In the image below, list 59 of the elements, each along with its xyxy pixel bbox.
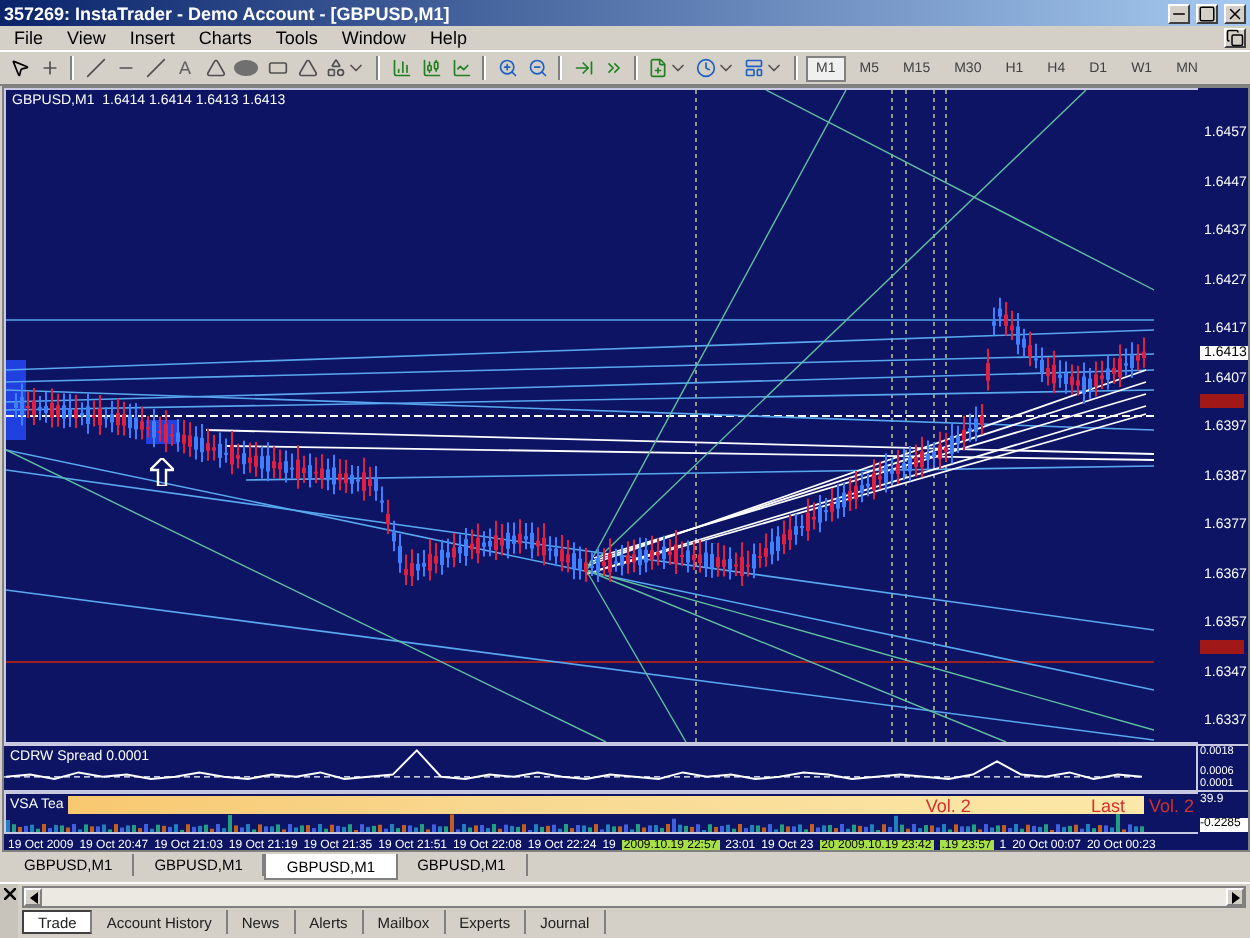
line-chart-icon bbox=[451, 58, 471, 78]
price-marker bbox=[1200, 640, 1244, 654]
right-arrow-icon bbox=[1231, 891, 1239, 903]
template-icon bbox=[744, 58, 764, 78]
chart-shift-icon bbox=[573, 58, 593, 78]
zoom-out-icon bbox=[527, 58, 547, 78]
periods-button[interactable] bbox=[694, 55, 738, 81]
close-icon bbox=[1226, 3, 1244, 23]
trendline-icon bbox=[145, 58, 165, 78]
close-button[interactable] bbox=[1224, 3, 1246, 23]
clock-icon bbox=[696, 58, 716, 78]
triangle-tool[interactable] bbox=[202, 55, 228, 81]
up-arrow-icon bbox=[150, 458, 174, 486]
triangle-icon bbox=[205, 58, 225, 78]
bar-chart-button[interactable] bbox=[388, 55, 414, 81]
scroll-left-button[interactable] bbox=[24, 888, 42, 906]
window-title: 357269: InstaTrader - Demo Account - [GBPUSD,M1] bbox=[4, 3, 452, 23]
menu-item[interactable]: View bbox=[57, 28, 116, 48]
cursor-tool[interactable] bbox=[6, 55, 32, 81]
restore-button[interactable] bbox=[1224, 28, 1246, 48]
add-file-icon bbox=[648, 58, 668, 78]
volume-text: Vol. 2 bbox=[1146, 795, 1196, 815]
left-arrow-icon bbox=[29, 891, 37, 903]
menu-item[interactable]: Insert bbox=[119, 28, 185, 48]
maximize-button[interactable] bbox=[1196, 3, 1218, 23]
maximize-icon bbox=[1198, 3, 1216, 23]
ellipse-tool[interactable] bbox=[232, 55, 260, 81]
price-marker bbox=[1200, 394, 1244, 408]
zoom-in-icon bbox=[497, 58, 517, 78]
restore-icon bbox=[1226, 28, 1244, 48]
menu-item[interactable]: Charts bbox=[188, 28, 262, 48]
indicators-button[interactable] bbox=[646, 55, 690, 81]
scroll-right-button[interactable] bbox=[1226, 888, 1244, 906]
rectangle-icon bbox=[267, 58, 287, 78]
menu-item[interactable]: Tools bbox=[265, 28, 328, 48]
autoscroll-icon bbox=[603, 58, 623, 78]
crosshair-icon bbox=[39, 58, 59, 78]
trendline-tool[interactable] bbox=[142, 55, 168, 81]
candlestick-icon bbox=[421, 58, 441, 78]
close-icon[interactable] bbox=[3, 888, 15, 900]
shapes-menu-button[interactable] bbox=[324, 55, 368, 81]
zoom-out-button[interactable] bbox=[524, 55, 550, 81]
chart-shift-button[interactable] bbox=[570, 55, 596, 81]
menu-item[interactable]: Help bbox=[419, 28, 477, 48]
menu-item[interactable]: File bbox=[4, 28, 54, 48]
zoom-in-button[interactable] bbox=[494, 55, 520, 81]
volume-text: Vol. 2 bbox=[925, 795, 971, 815]
scrollbar[interactable] bbox=[22, 886, 1246, 908]
bar-chart-icon bbox=[391, 58, 411, 78]
shapes-icon bbox=[326, 58, 346, 78]
templates-button[interactable] bbox=[742, 55, 786, 81]
cursor-icon bbox=[9, 58, 29, 78]
menu-item[interactable]: Window bbox=[331, 28, 416, 48]
candlestick-button[interactable] bbox=[418, 55, 444, 81]
ellipse-icon bbox=[234, 60, 258, 76]
line-chart-button[interactable] bbox=[448, 55, 474, 81]
volume-text: Last bbox=[1090, 795, 1125, 815]
text-tool[interactable]: A bbox=[172, 55, 198, 81]
minimize-button[interactable] bbox=[1168, 3, 1190, 23]
